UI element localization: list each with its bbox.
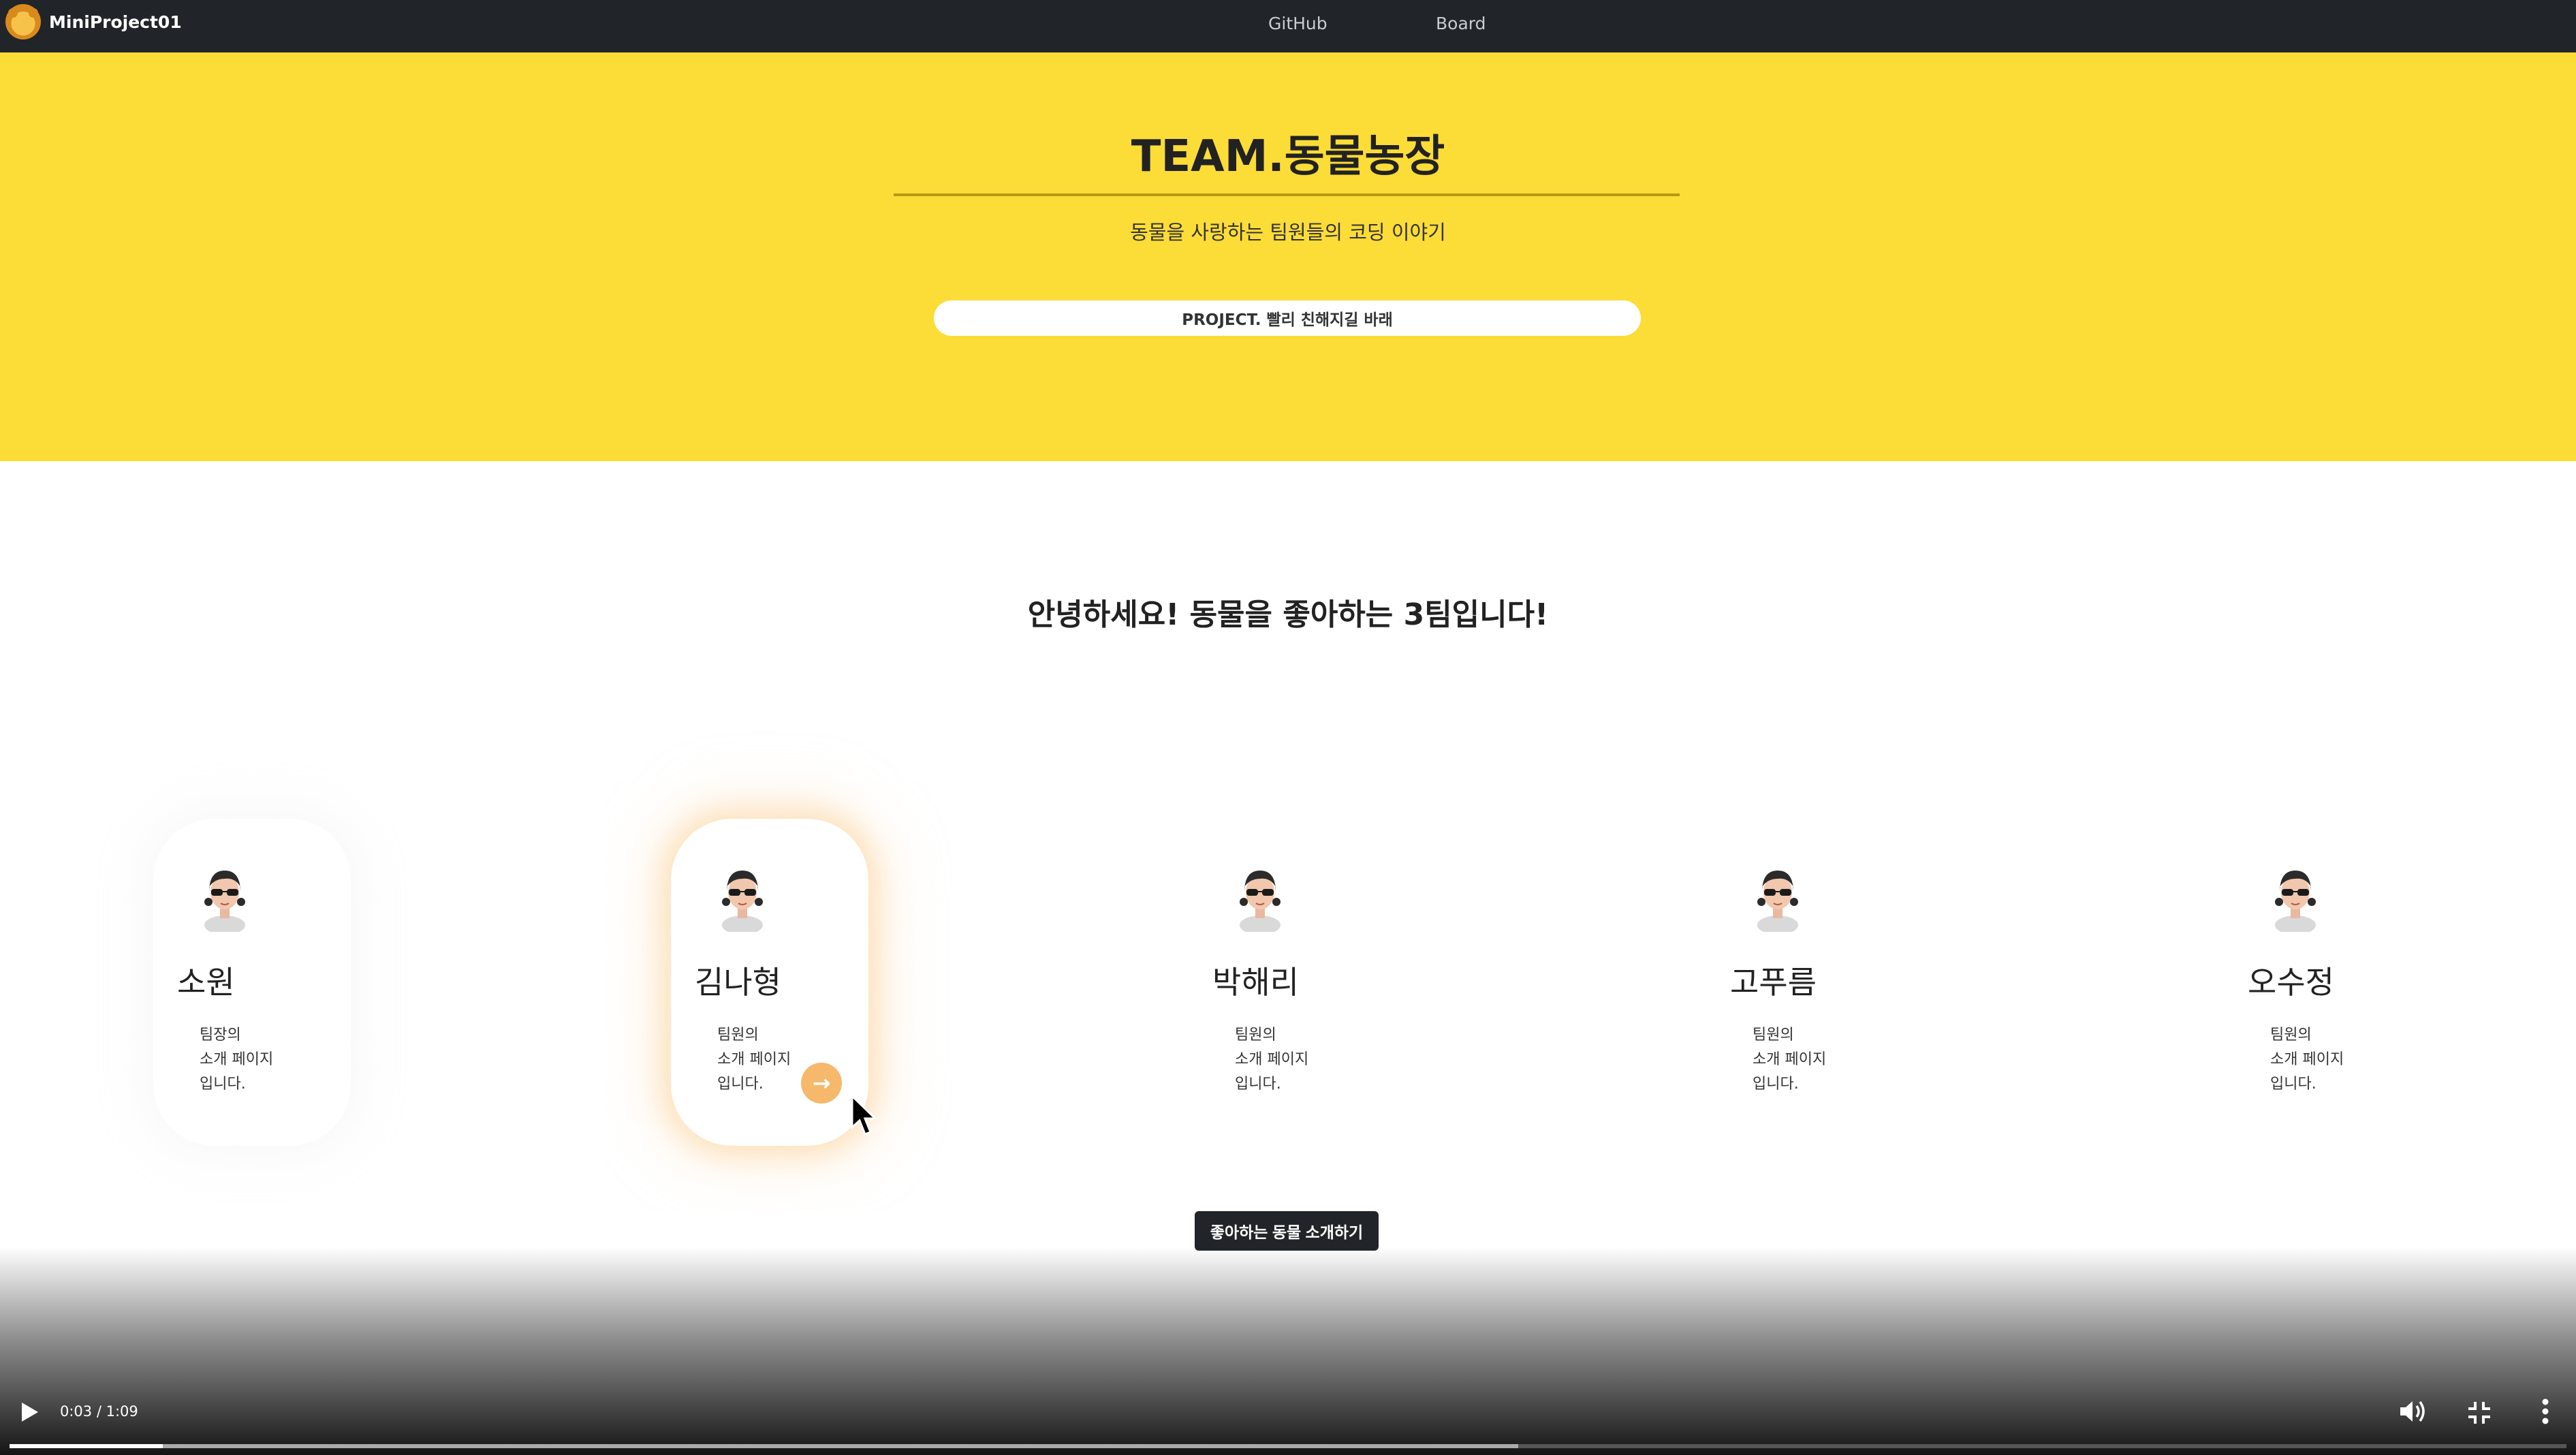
member-desc-line: 팀원의 bbox=[1753, 1027, 1794, 1044]
member-desc-line: 입니다. bbox=[200, 1076, 246, 1093]
page-root: MiniProject01 GitHub Board TEAM.동물농장 동물을… bbox=[0, 0, 2576, 1455]
brand-link[interactable]: MiniProject01 bbox=[5, 4, 182, 40]
member-description: 팀원의 소개 페이지 입니다. bbox=[717, 1023, 791, 1097]
member-name: 소원 bbox=[177, 964, 235, 1001]
video-progress-bar[interactable] bbox=[10, 1444, 2566, 1448]
avatar-icon bbox=[722, 871, 763, 932]
member-desc-line: 팀원의 bbox=[2270, 1027, 2312, 1044]
avatar-icon bbox=[1240, 871, 1281, 932]
member-card[interactable]: 고푸름 팀원의 소개 페이지 입니다. bbox=[1706, 819, 1904, 1146]
nav-link-board[interactable]: Board bbox=[1436, 14, 1486, 33]
member-name: 고푸름 bbox=[1730, 964, 1817, 1001]
nav-link-github[interactable]: GitHub bbox=[1268, 14, 1328, 33]
member-description: 팀장의 소개 페이지 입니다. bbox=[200, 1023, 273, 1097]
exit-fullscreen-icon[interactable] bbox=[2466, 1399, 2493, 1426]
member-card[interactable]: 박해리 팀원의 소개 페이지 입니다. bbox=[1189, 819, 1386, 1146]
member-desc-line: 소개 페이지 bbox=[717, 1051, 791, 1068]
play-icon[interactable] bbox=[18, 1401, 41, 1424]
member-name: 김나형 bbox=[695, 964, 781, 1001]
member-description: 팀원의 소개 페이지 입니다. bbox=[2270, 1023, 2344, 1097]
hero-divider bbox=[894, 193, 1680, 196]
video-time: 0:03 / 1:09 bbox=[60, 1403, 138, 1420]
introduce-animal-button[interactable]: 좋아하는 동물 소개하기 bbox=[1195, 1211, 1379, 1251]
member-description: 팀원의 소개 페이지 입니다. bbox=[1753, 1023, 1826, 1097]
member-desc-line: 입니다. bbox=[1235, 1076, 1281, 1093]
more-options-icon[interactable] bbox=[2535, 1396, 2556, 1426]
project-label: PROJECT. 빨리 친해지길 바래 bbox=[934, 300, 1641, 336]
arrow-right-icon[interactable]: → bbox=[801, 1063, 842, 1104]
video-buffered bbox=[10, 1444, 1518, 1448]
member-name: 오수정 bbox=[2248, 964, 2334, 1001]
member-card[interactable]: 오수정 팀원의 소개 페이지 입니다. bbox=[2224, 819, 2421, 1146]
navbar: MiniProject01 GitHub Board bbox=[0, 0, 2576, 52]
member-description: 팀원의 소개 페이지 입니다. bbox=[1235, 1023, 1308, 1097]
member-card[interactable]: 김나형 팀원의 소개 페이지 입니다. → bbox=[671, 819, 868, 1146]
avatar-icon bbox=[1757, 871, 1798, 932]
avatar-icon bbox=[204, 871, 245, 932]
member-desc-line: 입니다. bbox=[717, 1076, 764, 1093]
hero-banner: TEAM.동물농장 동물을 사랑하는 팀원들의 코딩 이야기 PROJECT. … bbox=[0, 52, 2576, 461]
member-desc-line: 소개 페이지 bbox=[2270, 1051, 2344, 1068]
video-played bbox=[10, 1444, 163, 1448]
greeting-heading: 안녕하세요! 동물을 좋아하는 3팀입니다! bbox=[1027, 597, 1549, 632]
member-desc-line: 팀원의 bbox=[717, 1027, 759, 1044]
hero-subtitle: 동물을 사랑하는 팀원들의 코딩 이야기 bbox=[1130, 221, 1446, 244]
member-name: 박해리 bbox=[1212, 964, 1299, 1001]
member-desc-line: 소개 페이지 bbox=[200, 1051, 274, 1068]
member-desc-line: 입니다. bbox=[1753, 1076, 1799, 1093]
member-card[interactable]: 소원 팀장의 소개 페이지 입니다. bbox=[153, 819, 351, 1146]
member-desc-line: 소개 페이지 bbox=[1753, 1051, 1827, 1068]
avatar-icon bbox=[2275, 871, 2316, 932]
volume-icon[interactable] bbox=[2398, 1398, 2429, 1425]
member-desc-line: 팀장의 bbox=[200, 1027, 241, 1044]
brand-name: MiniProject01 bbox=[49, 12, 182, 32]
video-controls-overlay bbox=[0, 1247, 2576, 1455]
mouse-cursor-icon bbox=[851, 1095, 878, 1136]
member-desc-line: 입니다. bbox=[2270, 1076, 2316, 1093]
member-desc-line: 소개 페이지 bbox=[1235, 1051, 1309, 1068]
hero-title: TEAM.동물농장 bbox=[1131, 131, 1445, 182]
member-desc-line: 팀원의 bbox=[1235, 1027, 1276, 1044]
monkey-logo-icon bbox=[5, 4, 41, 40]
